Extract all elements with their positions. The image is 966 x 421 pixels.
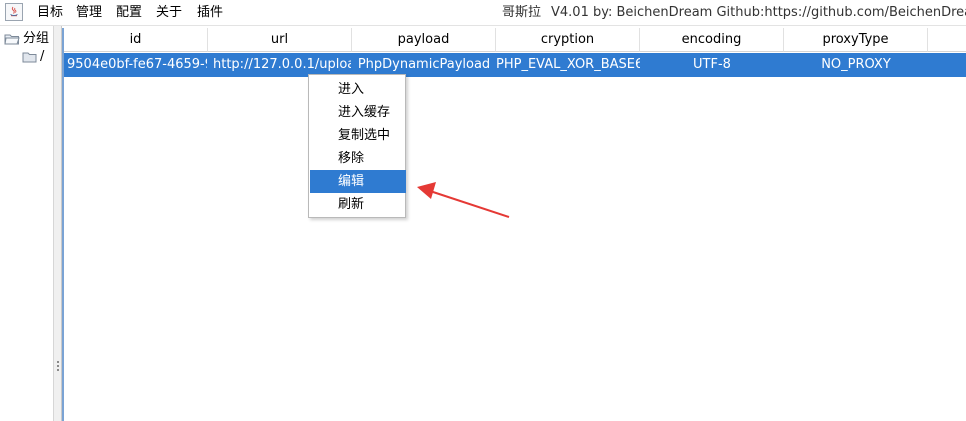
annotation-arrow-icon — [417, 182, 510, 218]
